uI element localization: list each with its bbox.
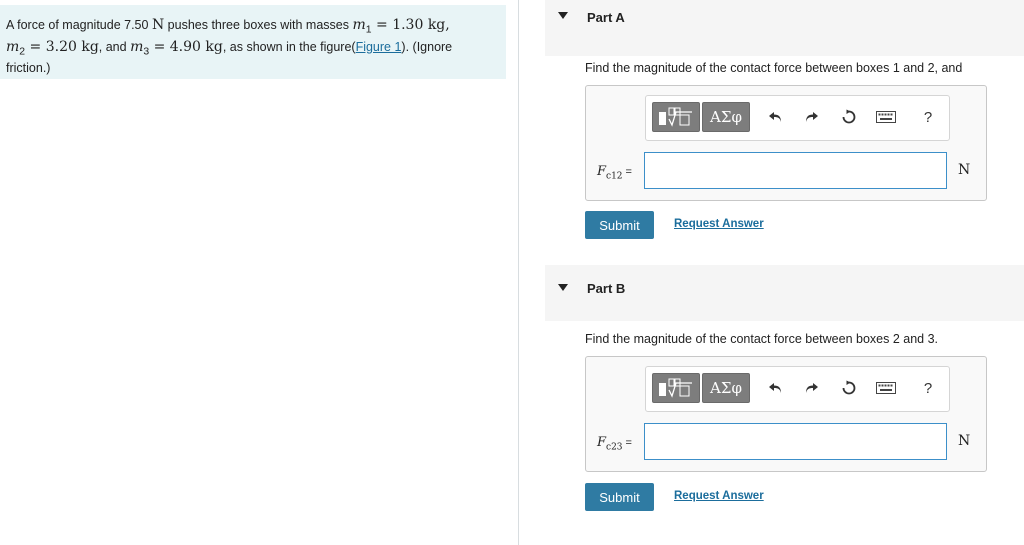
math-toolbar: ΑΣφ ?: [645, 366, 950, 412]
problem-statement: A force of magnitude 7.50 N pushes three…: [0, 5, 506, 79]
part-b-variable-label: Fc23 =: [597, 435, 632, 453]
math-toolbar: ΑΣφ ?: [645, 95, 950, 141]
problem-text: , and: [98, 39, 131, 54]
undo-icon[interactable]: [766, 378, 786, 398]
help-button[interactable]: ?: [918, 378, 938, 398]
panel-divider: [518, 0, 519, 545]
equals-sign: =: [625, 166, 632, 178]
symbols-button[interactable]: ΑΣφ: [702, 102, 750, 132]
force-unit: N: [151, 17, 165, 33]
part-b-unit: N: [958, 433, 971, 449]
problem-text: A force of magnitude 7.50: [6, 18, 152, 32]
part-b-prompt: Find the magnitude of the contact force …: [585, 332, 939, 346]
m1-symbol: m: [352, 17, 366, 33]
problem-text: , as shown in the figure(: [222, 39, 356, 54]
m3-value: = 4.90 kg: [149, 38, 223, 55]
part-a-header[interactable]: Part A: [545, 0, 1024, 56]
part-a-request-answer-link[interactable]: Request Answer: [674, 218, 764, 230]
part-b-submit-button[interactable]: Submit: [585, 483, 654, 511]
part-b-header[interactable]: Part B: [545, 265, 1024, 321]
reset-icon[interactable]: [839, 378, 859, 398]
part-a-title: Part A: [587, 10, 625, 25]
undo-icon[interactable]: [766, 107, 786, 127]
part-b-answer-box: ΑΣφ ? Fc23 = N: [585, 356, 987, 472]
part-b-answer-input[interactable]: [644, 423, 947, 460]
part-a-answer-input[interactable]: [644, 152, 947, 189]
figure-link[interactable]: Figure 1: [356, 40, 402, 54]
part-b-request-answer-link[interactable]: Request Answer: [674, 490, 764, 502]
reset-icon[interactable]: [839, 107, 859, 127]
part-a-variable-label: Fc12 =: [597, 164, 632, 182]
templates-icon: [659, 378, 692, 398]
part-a-unit: N: [958, 162, 971, 178]
part-a-prompt: Find the magnitude of the contact force …: [585, 61, 963, 75]
keyboard-icon[interactable]: [874, 378, 898, 398]
m3-symbol: m: [130, 38, 144, 55]
part-b-title: Part B: [587, 281, 626, 296]
help-button[interactable]: ?: [918, 107, 938, 127]
variable-subscript: c23: [606, 442, 623, 453]
m2-symbol: m: [6, 38, 20, 55]
equals-sign: =: [625, 437, 632, 449]
symbols-button[interactable]: ΑΣφ: [702, 373, 750, 403]
templates-button[interactable]: [652, 373, 700, 403]
templates-icon: [659, 107, 692, 127]
triangle-down-icon[interactable]: [558, 284, 568, 291]
m2-value: = 3.20 kg: [25, 38, 99, 55]
keyboard-icon[interactable]: [874, 107, 898, 127]
problem-text: pushes three boxes with masses: [164, 18, 353, 32]
templates-button[interactable]: [652, 102, 700, 132]
part-a-submit-button[interactable]: Submit: [585, 211, 654, 239]
variable-symbol: F: [597, 164, 607, 179]
m1-value: = 1.30 kg,: [371, 17, 450, 33]
redo-icon[interactable]: [801, 378, 821, 398]
variable-subscript: c12: [606, 171, 623, 182]
triangle-down-icon[interactable]: [558, 12, 568, 19]
part-a-answer-box: ΑΣφ ? Fc12 = N: [585, 85, 987, 201]
variable-symbol: F: [597, 435, 607, 450]
redo-icon[interactable]: [801, 107, 821, 127]
